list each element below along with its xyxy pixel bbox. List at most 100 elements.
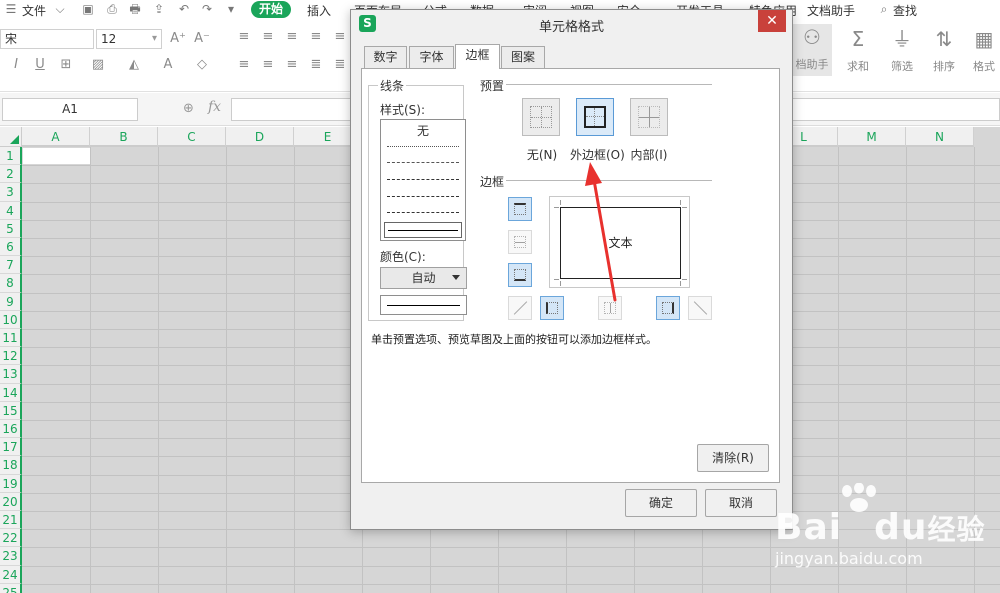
color-select[interactable]: 自动 bbox=[380, 267, 467, 289]
undo-icon[interactable]: ↶ bbox=[177, 2, 191, 16]
chevron-down-icon[interactable]: ⌵ bbox=[53, 2, 67, 16]
sort-button[interactable]: ⇅ 排序 bbox=[926, 26, 962, 74]
border-top-button[interactable] bbox=[508, 197, 532, 221]
font-grow-icon[interactable]: A⁺ bbox=[170, 31, 186, 47]
row-header[interactable]: 15 bbox=[0, 401, 22, 420]
column-header[interactable]: B bbox=[90, 127, 158, 147]
menu-start[interactable]: 开始 bbox=[251, 1, 291, 18]
row-header[interactable]: 21 bbox=[0, 511, 22, 530]
preset-outline-button[interactable] bbox=[576, 98, 614, 136]
font-name-select[interactable]: 宋 bbox=[0, 29, 94, 49]
row-header[interactable]: 25 bbox=[0, 583, 22, 593]
line-style-dash-dot-dot[interactable] bbox=[387, 196, 459, 197]
border-inside-vertical-button[interactable] bbox=[598, 296, 622, 320]
line-style-none[interactable]: 无 bbox=[381, 122, 465, 139]
underline-icon[interactable]: U bbox=[32, 57, 48, 73]
align-top-icon[interactable]: ≡ bbox=[236, 29, 252, 45]
tab-font[interactable]: 字体 bbox=[409, 46, 454, 68]
align-center-icon[interactable]: ≡ bbox=[260, 57, 276, 73]
search-icon[interactable]: ⌕ bbox=[877, 2, 891, 16]
fill-color-icon[interactable]: ▨ bbox=[90, 57, 106, 73]
print-icon[interactable]: 🖶 bbox=[128, 2, 142, 16]
name-box[interactable]: A1 bbox=[2, 98, 138, 121]
row-header[interactable]: 5 bbox=[0, 219, 22, 238]
row-header[interactable]: 23 bbox=[0, 547, 22, 566]
borders-icon[interactable]: ⊞ bbox=[58, 57, 74, 73]
highlight-icon[interactable]: ◭ bbox=[126, 57, 142, 73]
row-header[interactable]: 18 bbox=[0, 456, 22, 475]
active-cell[interactable] bbox=[23, 148, 90, 164]
font-shrink-icon[interactable]: A⁻ bbox=[194, 31, 210, 47]
justify-icon[interactable]: ≣ bbox=[308, 57, 324, 73]
row-header[interactable]: 9 bbox=[0, 292, 22, 311]
align-bottom-icon[interactable]: ≡ bbox=[284, 29, 300, 45]
row-header[interactable]: 24 bbox=[0, 565, 22, 584]
font-size-select[interactable]: 12 ▾ bbox=[96, 29, 162, 49]
outdent-icon[interactable]: ≡ bbox=[332, 29, 348, 45]
menu-doc-helper[interactable]: 文档助手 bbox=[807, 2, 855, 19]
sum-button[interactable]: Σ 求和 bbox=[840, 26, 876, 74]
column-header[interactable]: A bbox=[22, 127, 90, 147]
tab-pattern[interactable]: 图案 bbox=[501, 46, 545, 68]
border-diagonal-up-button[interactable] bbox=[508, 296, 532, 320]
column-header[interactable]: M bbox=[838, 127, 906, 147]
preset-outline-label[interactable]: 外边框(O) bbox=[570, 146, 625, 163]
save-icon[interactable]: ▣ bbox=[81, 2, 95, 16]
line-style-dashed[interactable] bbox=[387, 212, 459, 213]
border-left-button[interactable] bbox=[540, 296, 564, 320]
menu-search[interactable]: 查找 bbox=[893, 2, 917, 19]
clear-button[interactable]: 清除(R) bbox=[697, 444, 769, 472]
row-header[interactable]: 2 bbox=[0, 165, 22, 184]
menu-insert[interactable]: 插入 bbox=[307, 2, 331, 19]
ok-button[interactable]: 确定 bbox=[625, 489, 697, 517]
format-button[interactable]: ▦ 格式 bbox=[966, 26, 1000, 74]
preset-inside-button[interactable] bbox=[630, 98, 668, 136]
border-preview[interactable]: 文本 bbox=[549, 196, 690, 288]
border-bottom-button[interactable] bbox=[508, 263, 532, 287]
italic-icon[interactable]: I bbox=[8, 57, 24, 73]
tab-border[interactable]: 边框 bbox=[455, 44, 500, 69]
fx-icon[interactable]: fx bbox=[208, 99, 221, 115]
row-header[interactable]: 10 bbox=[0, 310, 22, 329]
row-header[interactable]: 20 bbox=[0, 492, 22, 511]
border-inside-horizontal-button[interactable] bbox=[508, 230, 532, 254]
border-diagonal-down-button[interactable] bbox=[688, 296, 712, 320]
preset-none-button[interactable] bbox=[522, 98, 560, 136]
line-style-list[interactable]: 无 bbox=[380, 119, 466, 241]
zoom-icon[interactable]: ⊕ bbox=[183, 101, 194, 116]
close-button[interactable]: ✕ bbox=[758, 10, 786, 32]
line-style-dash-dot[interactable] bbox=[387, 179, 459, 180]
tab-number[interactable]: 数字 bbox=[364, 46, 407, 68]
row-header[interactable]: 17 bbox=[0, 438, 22, 457]
customize-icon[interactable]: ▾ bbox=[224, 2, 238, 16]
cancel-button[interactable]: 取消 bbox=[705, 489, 777, 517]
export-icon[interactable]: ⇪ bbox=[152, 2, 166, 16]
print-preview-icon[interactable]: ⎙ bbox=[105, 2, 119, 16]
hamburger-icon[interactable]: ☰ bbox=[4, 2, 18, 16]
row-header[interactable]: 8 bbox=[0, 274, 22, 293]
row-header[interactable]: 3 bbox=[0, 183, 22, 202]
row-header[interactable]: 12 bbox=[0, 347, 22, 366]
preview-cell-box[interactable]: 文本 bbox=[560, 207, 681, 279]
font-color-icon[interactable]: A bbox=[160, 57, 176, 73]
preset-inside-label[interactable]: 内部(I) bbox=[628, 146, 670, 163]
row-header[interactable]: 7 bbox=[0, 256, 22, 275]
dialog-titlebar[interactable]: S 单元格格式 ✕ bbox=[351, 10, 792, 38]
row-header[interactable]: 13 bbox=[0, 365, 22, 384]
clear-format-icon[interactable]: ◇ bbox=[194, 57, 210, 73]
menu-file[interactable]: 文件 bbox=[22, 2, 46, 19]
row-header[interactable]: 1 bbox=[0, 147, 22, 166]
select-all-corner[interactable] bbox=[0, 127, 22, 147]
row-header[interactable]: 11 bbox=[0, 329, 22, 348]
preset-none-label[interactable]: 无(N) bbox=[524, 146, 560, 163]
line-style-thin-selected[interactable] bbox=[384, 222, 462, 238]
doc-helper-button[interactable]: ⚇ 档助手 bbox=[792, 24, 832, 76]
row-header[interactable]: 22 bbox=[0, 529, 22, 548]
row-header[interactable]: 16 bbox=[0, 420, 22, 439]
row-header[interactable]: 6 bbox=[0, 238, 22, 257]
indent-icon[interactable]: ≡ bbox=[308, 29, 324, 45]
align-left-icon[interactable]: ≡ bbox=[236, 57, 252, 73]
distribute-icon[interactable]: ≣ bbox=[332, 57, 348, 73]
row-header[interactable]: 14 bbox=[0, 383, 22, 402]
row-header[interactable]: 4 bbox=[0, 201, 22, 220]
